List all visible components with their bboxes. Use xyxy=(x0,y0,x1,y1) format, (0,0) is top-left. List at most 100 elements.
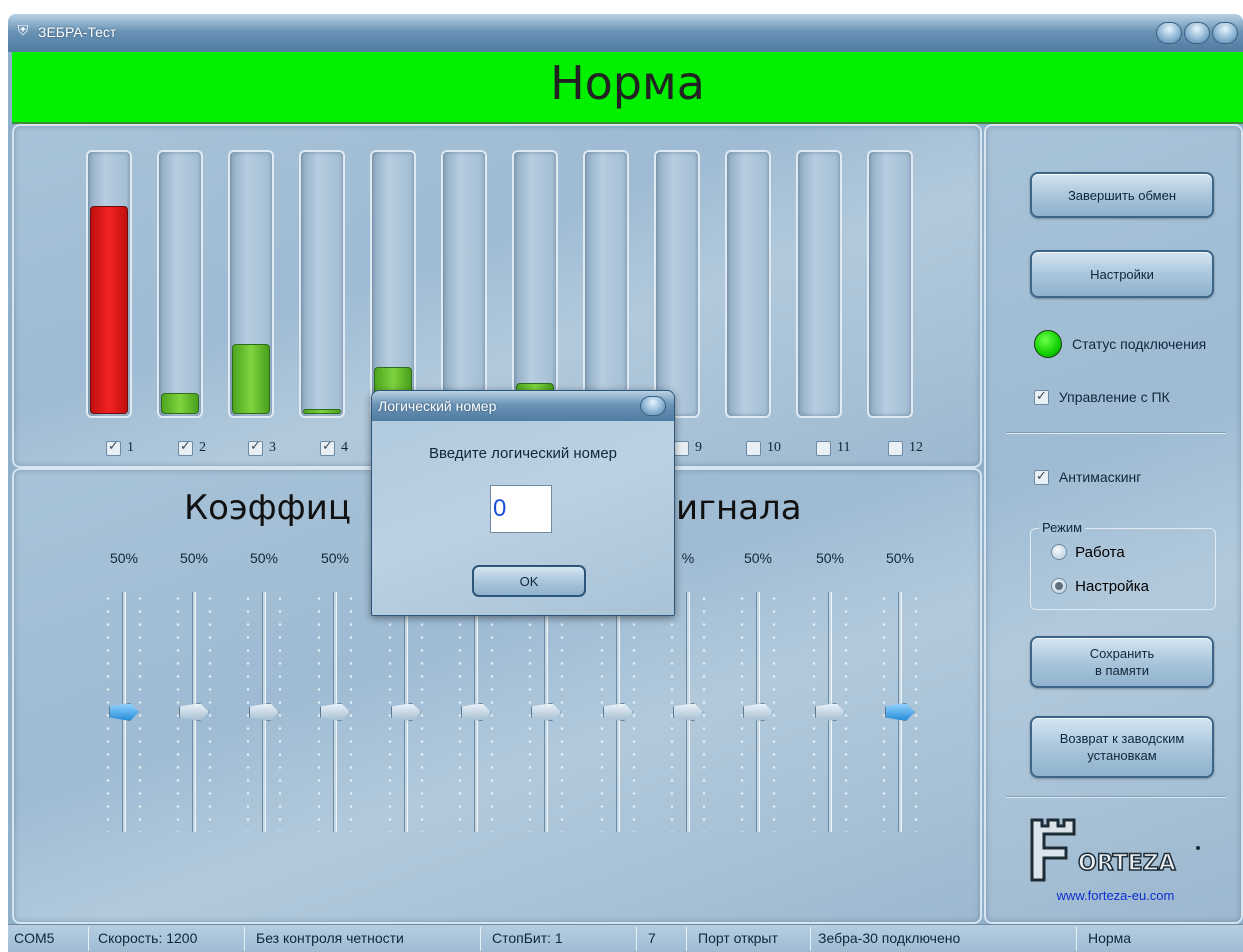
gain-title-left: Коэффиц xyxy=(184,488,351,528)
divider xyxy=(1006,796,1226,798)
antimasking-row[interactable]: Антимаскинг xyxy=(1034,468,1141,485)
channel-level-bar-5 xyxy=(370,150,416,418)
logical-number-input[interactable] xyxy=(490,485,552,533)
maximize-button[interactable] xyxy=(1184,22,1210,44)
slider-thumb[interactable] xyxy=(603,703,633,721)
channel-level-bar-7 xyxy=(512,150,558,418)
channel-checkbox-row-9[interactable]: 9 xyxy=(674,440,702,458)
gain-slider-5[interactable] xyxy=(376,592,436,832)
slider-thumb[interactable] xyxy=(815,703,845,721)
channel-level-bar-9 xyxy=(654,150,700,418)
slider-thumb[interactable] xyxy=(391,703,421,721)
finish-exchange-button[interactable]: Завершить обмен xyxy=(1030,172,1214,218)
channel-level-bar-6 xyxy=(441,150,487,418)
antimasking-checkbox[interactable] xyxy=(1034,468,1049,485)
channel-checkbox-row-3[interactable]: 3 xyxy=(248,439,276,458)
channel-checkbox-row-1[interactable]: 1 xyxy=(106,439,134,458)
mode-work-label: Работа xyxy=(1075,543,1125,561)
save-button-line2: в памяти xyxy=(1095,663,1149,678)
slider-thumb[interactable] xyxy=(461,703,491,721)
dialog-title: Логический номер xyxy=(378,398,497,414)
channel-level-bar-4 xyxy=(299,150,345,418)
svg-text:ORTEZA: ORTEZA xyxy=(1078,851,1176,876)
ok-button[interactable]: OK xyxy=(472,565,586,597)
slider-thumb[interactable] xyxy=(673,703,703,721)
reset-button-line1: Возврат к заводским xyxy=(1059,731,1185,746)
mode-setup-radio[interactable] xyxy=(1051,578,1067,595)
channel-level-bar-8 xyxy=(583,150,629,418)
close-button[interactable] xyxy=(1212,22,1238,44)
gain-slider-11[interactable] xyxy=(800,592,860,832)
channel-checkbox-row-12[interactable]: 12 xyxy=(888,440,923,458)
channel-checkbox-2[interactable] xyxy=(178,439,193,456)
channel-checkbox-row-11[interactable]: 11 xyxy=(816,440,850,458)
gain-value-2: 50% xyxy=(179,550,209,566)
minimize-button[interactable] xyxy=(1156,22,1182,44)
status-banner: Норма xyxy=(12,52,1243,124)
slider-thumb[interactable] xyxy=(320,703,350,721)
mode-work-option[interactable]: Работа xyxy=(1051,543,1125,561)
channel-checkbox-row-2[interactable]: 2 xyxy=(178,439,206,458)
logical-number-dialog: Логический номер Введите логический номе… xyxy=(371,390,675,616)
slider-thumb[interactable] xyxy=(885,703,915,721)
dialog-close-button[interactable] xyxy=(640,396,666,416)
channel-level-bar-2 xyxy=(157,150,203,418)
channel-label-9: 9 xyxy=(695,440,702,455)
slider-thumb[interactable] xyxy=(109,703,139,721)
gain-slider-7[interactable] xyxy=(516,592,576,832)
gain-slider-6[interactable] xyxy=(446,592,506,832)
save-button-line1: Сохранить xyxy=(1089,646,1155,661)
channel-checkbox-row-4[interactable]: 4 xyxy=(320,439,348,458)
mode-work-radio[interactable] xyxy=(1051,544,1067,561)
gain-slider-12[interactable] xyxy=(870,592,930,832)
settings-button[interactable]: Настройки xyxy=(1030,250,1214,298)
slider-thumb[interactable] xyxy=(249,703,279,721)
channel-checkbox-4[interactable] xyxy=(320,439,335,456)
forteza-logo: ORTEZA xyxy=(1030,818,1200,882)
mode-group: Режим Работа Настройка xyxy=(1030,520,1216,610)
pc-control-row[interactable]: Управление с ПК xyxy=(1034,388,1170,405)
factory-reset-button[interactable]: Возврат к заводским установкам xyxy=(1030,716,1214,778)
channel-level-fill-2 xyxy=(161,393,199,414)
mode-setup-option[interactable]: Настройка xyxy=(1051,577,1149,595)
gain-slider-1[interactable] xyxy=(94,592,154,832)
gain-slider-4[interactable] xyxy=(305,592,365,832)
save-to-memory-button[interactable]: Сохранить в памяти xyxy=(1030,636,1214,688)
connection-status-led xyxy=(1034,330,1062,358)
gain-value-3: 50% xyxy=(249,550,279,566)
gain-slider-2[interactable] xyxy=(164,592,224,832)
antimasking-label: Антимаскинг xyxy=(1058,469,1142,486)
website-link[interactable]: www.forteza-eu.com xyxy=(986,888,1243,903)
channel-checkbox-11[interactable] xyxy=(816,440,831,456)
reset-button-line2: установкам xyxy=(1087,748,1157,763)
dialog-prompt: Введите логический номер xyxy=(428,445,618,462)
channel-label-3: 3 xyxy=(269,440,276,455)
gain-title-right: игнала xyxy=(676,488,802,528)
gain-slider-8[interactable] xyxy=(588,592,648,832)
channel-level-bar-11 xyxy=(796,150,842,418)
gain-slider-3[interactable] xyxy=(234,592,294,832)
gain-slider-9[interactable] xyxy=(658,592,718,832)
channel-checkbox-10[interactable] xyxy=(746,440,761,456)
channel-level-bar-3 xyxy=(228,150,274,418)
channel-label-2: 2 xyxy=(199,440,206,455)
channel-checkbox-3[interactable] xyxy=(248,439,263,456)
channel-checkbox-12[interactable] xyxy=(888,440,903,456)
gain-slider-10[interactable] xyxy=(728,592,788,832)
channel-checkbox-row-10[interactable]: 10 xyxy=(746,440,781,458)
channel-level-fill-3 xyxy=(232,344,270,414)
slider-thumb[interactable] xyxy=(743,703,773,721)
status-parity: Без контроля четности xyxy=(256,930,404,946)
slider-thumb[interactable] xyxy=(531,703,561,721)
channel-label-12: 12 xyxy=(909,440,923,455)
slider-thumb[interactable] xyxy=(179,703,209,721)
channel-label-11: 11 xyxy=(837,440,851,455)
channel-level-fill-4 xyxy=(303,409,341,414)
gain-value-10: 50% xyxy=(743,550,773,566)
pc-control-label: Управление с ПК xyxy=(1058,389,1170,406)
gain-value-12: 50% xyxy=(885,550,915,566)
gain-value-4: 50% xyxy=(320,550,350,566)
channel-checkbox-1[interactable] xyxy=(106,439,121,456)
channel-checkbox-9[interactable] xyxy=(674,440,689,456)
pc-control-checkbox[interactable] xyxy=(1034,388,1049,405)
